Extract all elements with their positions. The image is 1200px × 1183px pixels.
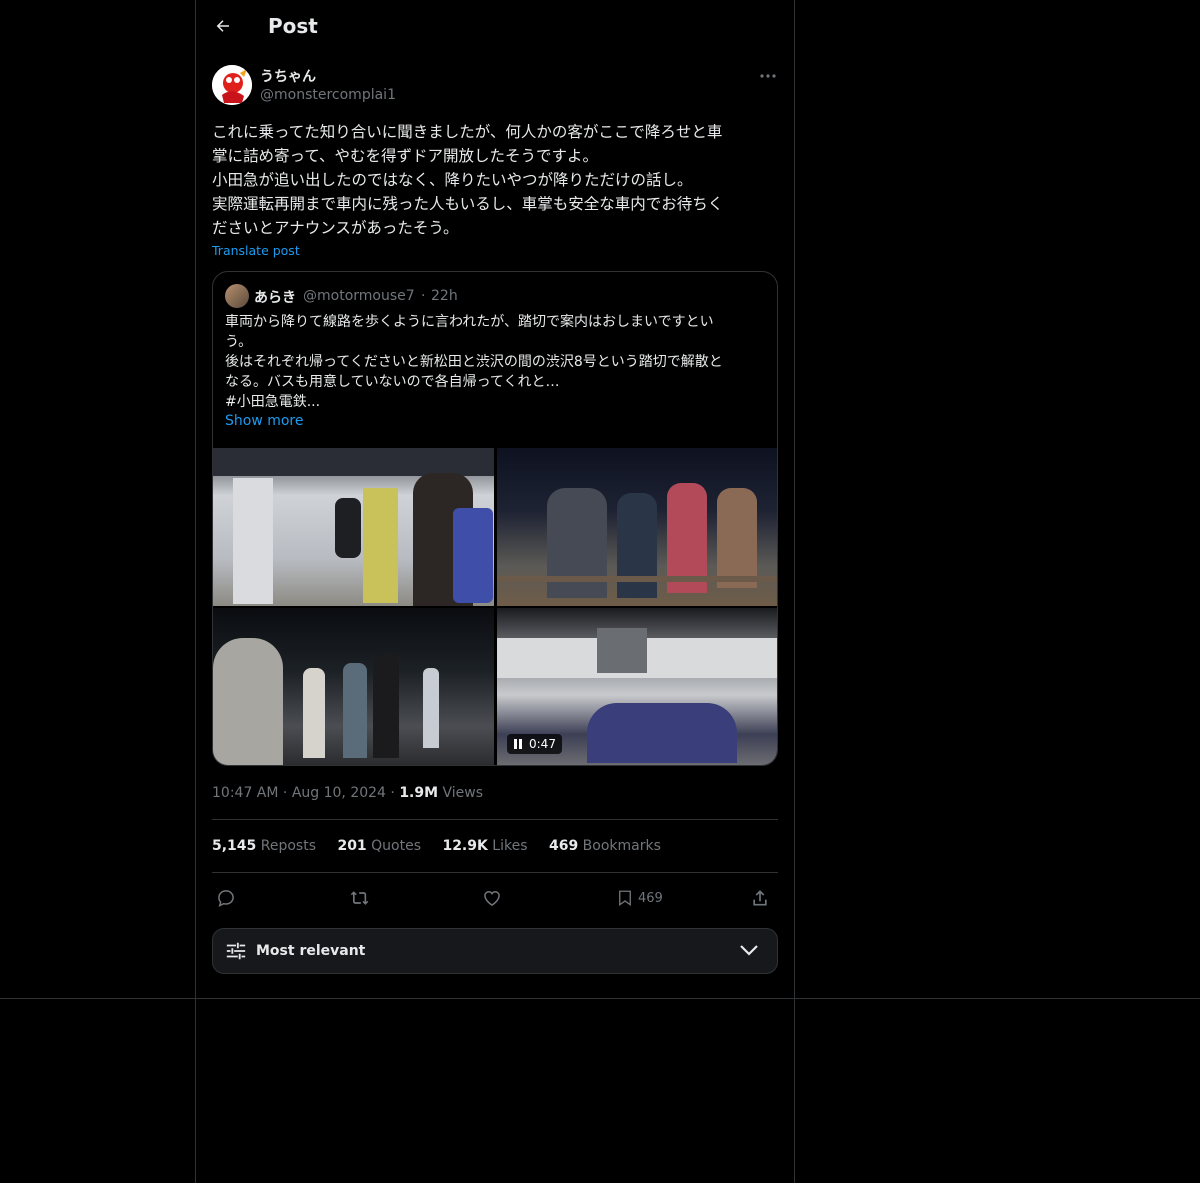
divider [212,819,778,820]
reply-sort-dropdown[interactable]: Most relevant [212,928,778,974]
back-arrow-icon [216,20,229,32]
likes-stat[interactable]: 12.9K Likes [442,838,527,854]
more-icon [760,74,776,78]
quote-timestamp: 22h [431,288,458,304]
post-text-line: 小田急が追い出したのではなく、降りたいやつが降りただけの話し。 [212,171,693,189]
views-label: Views [442,785,484,801]
page-title: Post [268,14,318,38]
quote-author-name: あらき [254,290,296,306]
left-column-border [195,0,196,1183]
translate-post-link[interactable]: Translate post [212,243,300,258]
reposts-stat[interactable]: 5,145 Reposts [212,838,316,854]
like-button[interactable] [482,884,502,912]
quote-text-line: う。 [225,334,253,350]
action-bar: 469 [212,884,778,912]
repost-button[interactable] [349,884,371,912]
quote-text-line: 後はそれぞれ帰ってくださいと新松田と渋沢の間の渋沢8号という踏切で解散と [225,354,723,370]
page-divider [0,998,1200,999]
video-progress-badge[interactable]: 0:47 [507,734,562,754]
back-button[interactable] [208,11,238,41]
post-header: Post [196,0,794,54]
divider [212,872,778,873]
sort-label: Most relevant [256,943,366,959]
quote-text-line: なる。バスも用意していないので各自帰ってくれと… [225,374,560,390]
repost-icon [350,891,369,905]
media-photo-crossing-crowd[interactable] [213,608,494,765]
like-icon [484,890,500,906]
media-video-train-ceiling[interactable]: 0:47 [497,608,777,765]
share-button[interactable] [750,884,770,912]
author-name[interactable]: うちゃん [260,66,316,86]
show-more-link[interactable]: Show more [225,413,304,429]
quote-text: 車両から降りて線路を歩くように言われたが、踏切で案内はおしまいですとい う。 後… [225,312,765,412]
post-time[interactable]: 10:47 AM [212,785,278,801]
engagement-stats: 5,145 Reposts 201 Quotes 12.9K Likes 469… [212,838,678,854]
post-text-line: ださいとアナウンスがあったそう。 [212,219,459,237]
bookmark-icon [619,890,631,907]
right-column-border [794,0,795,1183]
bookmarks-stat[interactable]: 469 Bookmarks [549,838,661,854]
quote-text-line: #小田急電鉄... [225,394,321,410]
author-handle[interactable]: @monstercomplai1 [260,87,396,103]
share-icon [753,890,767,906]
post-text: これに乗ってた知り合いに聞きましたが、何人かの客がここで降ろせと車 掌に詰め寄っ… [212,120,778,240]
quote-author-avatar [225,284,249,308]
views-count: 1.9M [399,785,439,801]
quoted-post[interactable]: あらき @motormouse7 · 22h 車両から降りて線路を歩くように言わ… [212,271,778,766]
chevron-down-icon [740,945,758,956]
sliders-icon [226,942,246,960]
video-duration: 0:47 [529,737,556,751]
more-button[interactable] [756,64,780,88]
media-photo-tracks-night[interactable] [497,448,777,606]
reply-button[interactable] [216,884,236,912]
post-text-line: 掌に詰め寄って、やむを得ずドア開放したそうですよ。 [212,147,598,165]
post-text-line: 実際運転再開まで車内に残った人もいるし、車掌も安全な車内でお待ちく [212,195,724,213]
post-text-line: これに乗ってた知り合いに聞きましたが、何人かの客がここで降ろせと車 [212,123,723,141]
reply-icon [218,890,234,907]
quote-text-line: 車両から降りて線路を歩くように言われたが、踏切で案内はおしまいですとい [225,314,714,330]
bookmark-count: 469 [638,890,663,906]
author-avatar[interactable] [212,65,252,105]
post-meta: 10:47 AM · Aug 10, 2024 · 1.9M Views [212,785,484,801]
quotes-stat[interactable]: 201 Quotes [337,838,421,854]
quote-separator: · [421,288,426,304]
media-photo-train-interior[interactable] [213,448,494,606]
post-date[interactable]: Aug 10, 2024 [292,785,386,801]
pause-icon [514,739,522,749]
quote-author-handle: @motormouse7 [303,288,415,304]
bookmark-button[interactable]: 469 [616,884,663,912]
